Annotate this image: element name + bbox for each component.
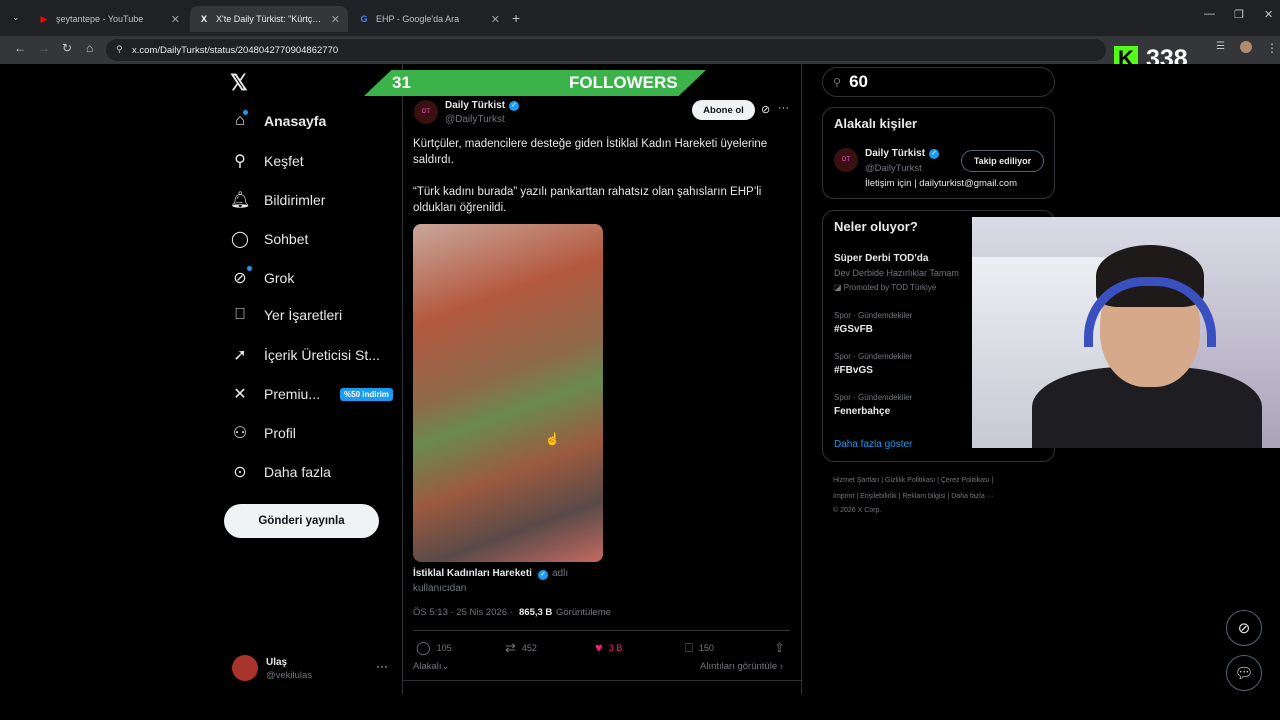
tab-search-button[interactable]: ⌄	[12, 12, 20, 23]
grok-icon: ⊘	[1237, 620, 1251, 637]
column-divider	[402, 64, 403, 694]
promoted-icon: ◪	[834, 283, 842, 292]
site-info-icon[interactable]: ⚲	[116, 44, 123, 55]
view-quotes-link[interactable]: Alıntıları görüntüle ›	[700, 661, 783, 672]
avatar	[232, 655, 258, 681]
browser-menu-icon[interactable]: ⋮	[1266, 41, 1278, 55]
bookmark-icon: ⎕	[235, 306, 245, 323]
reply-button[interactable]: ◯ 105	[416, 640, 452, 656]
sidebar-item-explore[interactable]: ⚲ Keşfet	[230, 151, 304, 171]
grok-icon: ⊘	[233, 270, 247, 287]
extensions-icon[interactable]: ☰	[1216, 41, 1225, 52]
following-button[interactable]: Takip ediliyor	[961, 150, 1044, 172]
chevron-down-icon: ⌄	[441, 661, 450, 672]
url-field[interactable]: ⚲ x.com/DailyTurkst/status/2048042770904…	[106, 39, 1106, 61]
x-logo-icon[interactable]: 𝕏	[230, 70, 248, 96]
sidebar-item-profile[interactable]: ⚇ Profil	[230, 423, 296, 443]
sidebar-item-bookmarks[interactable]: ⎕ Yer İşaretleri	[230, 306, 342, 324]
search-icon: ⚲	[234, 153, 246, 170]
google-icon: G	[360, 14, 368, 24]
close-window-icon[interactable]: ✕	[1264, 8, 1273, 21]
separator	[413, 630, 790, 631]
copyright: © 2026 X Corp.	[833, 507, 882, 514]
heart-icon: ♥	[595, 640, 603, 655]
search-input[interactable]: ⚲ 60	[822, 67, 1055, 97]
tweet-timestamp[interactable]: ÖS 5:13 · 25 Nis 2026 ·	[413, 607, 513, 618]
home-icon[interactable]: ⌂	[86, 41, 93, 55]
footer-links[interactable]: Imprint | Erişilebilirlik | Reklam bilgi…	[833, 493, 994, 500]
repost-icon: ⇄	[505, 640, 516, 655]
grok-icon[interactable]: ⊘	[761, 103, 770, 116]
account-switcher[interactable]: Ulaş @vekilulas ···	[232, 655, 392, 685]
x-icon: X	[200, 14, 207, 24]
new-tab-button[interactable]: +	[512, 10, 520, 26]
verified-badge-icon: ✓	[929, 149, 939, 159]
close-tab-icon[interactable]: ✕	[331, 13, 340, 26]
author-name[interactable]: Daily Türkist	[445, 100, 505, 111]
bookmark-button[interactable]: ⎕ 150	[685, 640, 714, 656]
separator	[403, 680, 801, 681]
reload-icon[interactable]: ↻	[62, 41, 72, 55]
webcam-overlay	[972, 217, 1280, 448]
show-more-link[interactable]: Daha fazla göster	[834, 439, 912, 450]
subscribe-button[interactable]: Abone ol	[692, 100, 755, 120]
tweet-video[interactable]: ☝	[413, 224, 603, 562]
person-icon: ⚇	[232, 425, 248, 442]
tab-google[interactable]: G EHP - Google'da Ara ✕	[350, 6, 508, 32]
sidebar-item-premium[interactable]: ✕ Premiu... %50 indirim	[230, 384, 393, 404]
rocket-icon: ➚	[233, 347, 247, 364]
tab-x-tweet[interactable]: X X'te Daily Türkist: "Kürtçüler, m ✕	[190, 6, 348, 32]
sidebar-item-notifications[interactable]: 🔔︎ Bildirimler	[230, 190, 325, 210]
sidebar-item-creator-studio[interactable]: ➚ İçerik Üreticisi St...	[230, 345, 380, 365]
followers-overlay: 31 FOLLOWERS	[364, 70, 706, 96]
relevant-sort[interactable]: Alakalı⌄	[413, 661, 449, 672]
sidebar-item-chat[interactable]: ◯ Sohbet	[230, 229, 308, 249]
notification-dot	[243, 110, 248, 115]
verified-badge-icon: ✓	[538, 570, 548, 580]
bell-icon: 🔔︎	[230, 192, 251, 209]
more-icon[interactable]: ···	[778, 102, 789, 114]
chat-icon: ◯	[231, 231, 249, 248]
sidebar-item-grok[interactable]: ⊘ Grok	[230, 268, 294, 288]
column-divider	[801, 64, 802, 694]
home-icon: ⌂	[235, 112, 245, 129]
x-premium-icon: ✕	[233, 386, 247, 403]
close-tab-icon[interactable]: ✕	[171, 13, 180, 26]
author-avatar[interactable]: DT	[414, 100, 438, 124]
verified-badge-icon: ✓	[509, 101, 519, 111]
sidebar-item-more[interactable]: ⊙ Daha fazla	[230, 462, 331, 482]
youtube-icon: ▶	[40, 13, 48, 24]
share-icon: ⇪	[774, 640, 785, 655]
maximize-icon[interactable]: ❐	[1234, 8, 1244, 21]
chat-icon: 💬︎	[1234, 665, 1254, 682]
close-tab-icon[interactable]: ✕	[491, 13, 500, 26]
repost-button[interactable]: ⇄ 452	[505, 640, 537, 656]
reply-icon: ◯	[416, 640, 431, 655]
tab-youtube[interactable]: ▶ şeytantepe - YouTube ✕	[30, 6, 188, 32]
discount-badge: %50 indirim	[340, 387, 393, 401]
chevron-right-icon: ›	[779, 661, 783, 672]
bookmark-icon: ⎕	[685, 640, 693, 655]
search-icon: ⚲	[833, 76, 842, 89]
source-account-link[interactable]: İstiklal Kadınları Hareketi	[413, 568, 532, 579]
more-circle-icon: ⊙	[233, 464, 247, 481]
grok-float-button[interactable]: ⊘	[1226, 610, 1262, 646]
footer-links[interactable]: Hizmet Şartları | Gizlilik Politikası | …	[833, 477, 993, 484]
forward-icon[interactable]: →	[38, 41, 50, 55]
browser-tab-bar: ⌄ ▶ şeytantepe - YouTube ✕ X X'te Daily …	[0, 0, 1280, 36]
notification-dot	[247, 266, 252, 271]
author-handle[interactable]: @DailyTurkst	[445, 114, 505, 125]
back-icon[interactable]: ←	[14, 41, 26, 55]
minimize-icon[interactable]: —	[1204, 8, 1215, 20]
share-button[interactable]: ⇪	[774, 640, 785, 656]
post-button[interactable]: Gönderi yayınla	[224, 504, 379, 538]
messages-float-button[interactable]: 💬︎	[1226, 655, 1262, 691]
cursor-icon: ☝	[545, 432, 560, 446]
profile-avatar[interactable]	[1240, 41, 1252, 53]
like-button[interactable]: ♥ 3 B	[595, 640, 622, 655]
more-icon: ···	[376, 659, 388, 673]
avatar[interactable]: DT	[834, 148, 858, 172]
